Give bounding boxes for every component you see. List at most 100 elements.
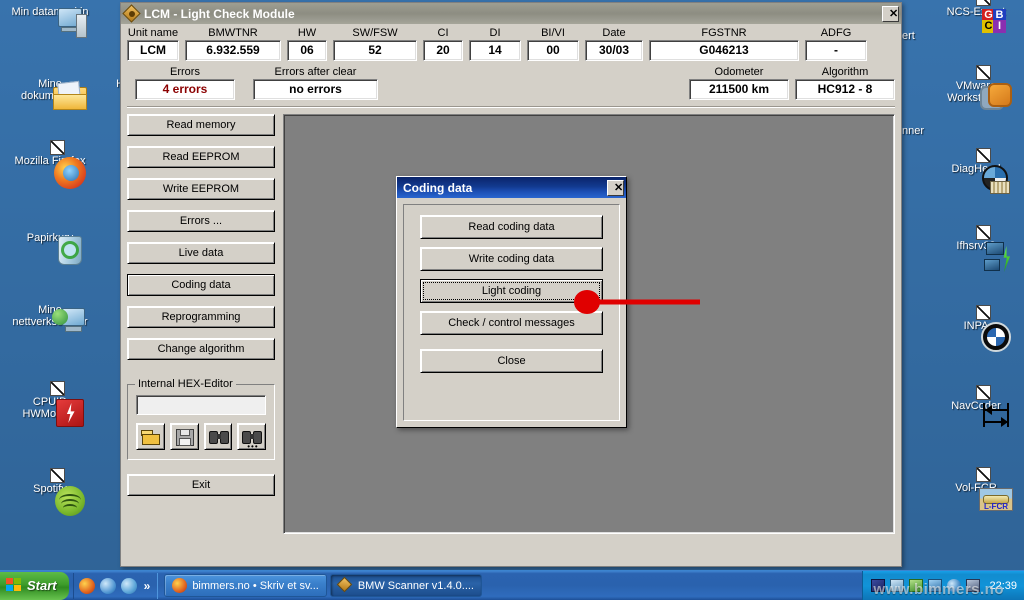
lcm-button-live-data[interactable]: Live data [127, 242, 275, 264]
field-label: FGSTNR [701, 27, 747, 39]
desktop-icon-mine-nettverkssteder[interactable]: Mine nettverkssteder [8, 304, 92, 332]
lcm-field-bi-vi: BI/VI 00 [527, 27, 579, 61]
exit-button[interactable]: Exit [127, 474, 275, 496]
field-value[interactable]: 20 [423, 40, 463, 61]
desktop-icon-navcoder[interactable]: ↗ NavCoder [934, 388, 1018, 427]
taskbar-task-list: bimmers.no • Skriv et sv... BMW Scanner v… [164, 574, 862, 597]
system-tray-icons [871, 579, 981, 592]
quick-launch-more-chevron-icon[interactable]: » [142, 579, 153, 593]
lcm-button-reprogramming[interactable]: Reprogramming [127, 306, 275, 328]
coding-dialog-close-button[interactable]: ✕ [607, 179, 624, 196]
field-label: ADFG [820, 27, 852, 39]
lcm-window-title: LCM - Light Check Module [144, 6, 295, 21]
field-value[interactable]: - [805, 40, 867, 61]
quick-launch-icons [78, 577, 137, 594]
taskbar-item[interactable]: bimmers.no • Skriv et sv... [164, 574, 327, 597]
field-value[interactable]: HC912 - 8 [795, 79, 895, 100]
field-value[interactable]: 4 errors [135, 79, 235, 100]
lcm-button-read-memory[interactable]: Read memory [127, 114, 275, 136]
coding-button-label: Check / control messages [448, 317, 575, 329]
save-file-icon[interactable] [169, 423, 199, 450]
desktop-icon-ifhsrv32[interactable]: ↗ Ifhsrv32 [934, 228, 1018, 272]
field-value[interactable]: no errors [253, 79, 378, 100]
hex-editor-group-title: Internal HEX-Editor [135, 378, 236, 390]
field-label: BI/VI [541, 27, 565, 39]
lcm-header-strip: Unit name LCM BMWTNR 6.932.559 HW 06 SW/FSW 52 C… [121, 24, 901, 110]
find-next-binoculars-icon[interactable]: ••• [237, 423, 266, 451]
coding-button-label: Read coding data [468, 221, 555, 233]
taskbar: Start » bimmers.no • Skriv et sv... BMW S… [0, 570, 1024, 600]
field-label: Date [602, 27, 626, 39]
lcm-button-change-algorithm[interactable]: Change algorithm [127, 338, 275, 360]
monitor-tray-icon[interactable] [890, 579, 905, 592]
safari-quicklaunch-icon[interactable] [120, 577, 137, 594]
field-label: Unit name [127, 27, 179, 39]
desktop-icon-mine-dokumenter[interactable]: Mine dokumenter [8, 78, 92, 110]
open-file-icon[interactable] [136, 423, 165, 450]
lcm-function-buttons: Read memory Read EEPROM Write EEPROM Errors… [127, 114, 275, 370]
lcm-info-algorithm: Algorithm HC912 - 8 [795, 66, 895, 100]
field-value[interactable]: 211500 km [689, 79, 789, 100]
lcm-field-fgstnr: FGSTNR G046213 [649, 27, 799, 61]
lcm-close-button[interactable]: ✕ [882, 5, 899, 22]
field-value[interactable]: 06 [287, 40, 327, 61]
taskbar-item[interactable]: BMW Scanner v1.4.0.... [329, 574, 482, 597]
desktop-icon-cpuid-hwmonitor[interactable]: ↗ CPUID HWMonitor [8, 384, 92, 427]
desktop-icon-min-datamaskin[interactable]: Min datamaskin [8, 6, 92, 38]
field-value[interactable]: LCM [127, 40, 179, 61]
firefox-task-icon [172, 578, 188, 593]
lcm-odometer-algorithm-fields: Odometer 211500 km Algorithm HC912 - 8 [689, 66, 895, 100]
desktop-partial-label-scanner: nner [902, 125, 925, 137]
focus-ring [423, 282, 600, 300]
system-clock[interactable]: 22:39 [989, 580, 1017, 592]
coding-dialog-button-list: Read coding data Write coding data Light c… [420, 215, 603, 335]
coding-button-write-coding-data[interactable]: Write coding data [420, 247, 603, 271]
field-value[interactable]: 6.932.559 [185, 40, 281, 61]
lcm-status-field-row: Errors 4 errors Errors after clear no error… [127, 66, 895, 100]
lcm-status-errors-after-clear: Errors after clear no errors [253, 66, 378, 100]
desktop-icon-inpa[interactable]: ↗ INPA [934, 308, 1018, 352]
desktop-icon-ncs-expert[interactable]: GBCI↗NCS-Expert [934, 0, 1018, 33]
lcm-button-read-eeprom[interactable]: Read EEPROM [127, 146, 275, 168]
field-value[interactable]: 00 [527, 40, 579, 61]
globe-tray-icon[interactable] [947, 579, 962, 592]
desktop-icon-mozilla-firefox[interactable]: ↗ Mozilla Firefox [8, 143, 92, 189]
field-label: CI [437, 27, 449, 39]
coding-dialog-titlebar[interactable]: Coding data ✕ [397, 177, 626, 198]
field-value[interactable]: G046213 [649, 40, 799, 61]
lcm-button-errors[interactable]: Errors ... [127, 210, 275, 232]
desktop-icon-spotify[interactable]: ↗ Spotify [8, 471, 92, 516]
green-tray-icon[interactable] [909, 579, 924, 592]
desktop-icon-vol-fcr[interactable]: L-FCR ↗ Vol-FCR [934, 470, 1018, 511]
field-value[interactable]: 52 [333, 40, 417, 61]
coding-dialog-title: Coding data [403, 180, 473, 195]
desktop-icon-papirkurv[interactable]: Papirkurv [8, 232, 92, 265]
lcm-field-di: DI 14 [469, 27, 521, 61]
firefox-quicklaunch-icon[interactable] [78, 577, 95, 594]
desktop-icon-vmware-workstation[interactable]: ↗ VMware Workstation [934, 68, 1018, 110]
quick-launch-bar: » [72, 572, 159, 599]
field-value[interactable]: 30/03 [585, 40, 643, 61]
lcm-titlebar[interactable]: LCM - Light Check Module ✕ [121, 3, 901, 24]
desktop-icon-diaghead[interactable]: ↗ DiagHead [934, 151, 1018, 194]
internet-explorer-quicklaunch-icon[interactable] [99, 577, 116, 594]
hex-editor-input[interactable] [136, 395, 266, 415]
coding-button-check-control-messages[interactable]: Check / control messages [420, 311, 603, 335]
coding-button-read-coding-data[interactable]: Read coding data [420, 215, 603, 239]
ncs-tray-icon[interactable] [871, 579, 886, 592]
taskbar-item-label: BMW Scanner v1.4.0.... [357, 579, 474, 592]
lcm-header-divider [127, 106, 895, 108]
field-label: Odometer [714, 66, 764, 78]
coding-button-label: Write coding data [468, 253, 555, 265]
usb-device-tray-icon[interactable] [966, 579, 981, 592]
coding-dialog-close-action-button[interactable]: Close [420, 349, 603, 373]
coding-button-light-coding[interactable]: Light coding [420, 279, 603, 303]
lcm-button-coding-data[interactable]: Coding data [127, 274, 275, 296]
lcm-button-write-eeprom[interactable]: Write EEPROM [127, 178, 275, 200]
lcm-error-fields: Errors 4 errors Errors after clear no error… [127, 66, 378, 100]
start-button-label: Start [27, 578, 57, 593]
field-value[interactable]: 14 [469, 40, 521, 61]
find-binoculars-icon[interactable] [203, 423, 233, 450]
blue-tray-icon[interactable] [928, 579, 943, 592]
start-button[interactable]: Start [0, 571, 69, 600]
